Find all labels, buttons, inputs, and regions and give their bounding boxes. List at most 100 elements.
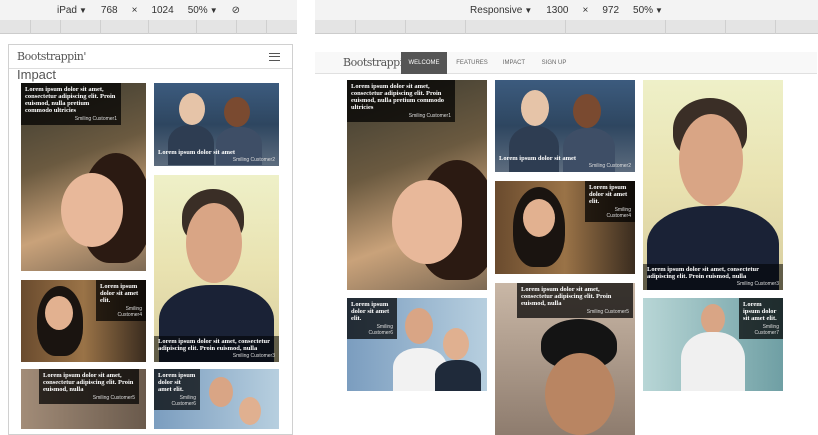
customer-photo (573, 94, 601, 128)
customer-photo (523, 199, 555, 237)
caption-box: Lorem ipsum dolor sit amet, consectetur … (347, 80, 455, 122)
devtools-window: iPad ▼ 768 × 1024 50% ▼ ⊘ Responsive ▼ 1300… (0, 0, 818, 435)
caption-customer: Smiling Customer5 (92, 395, 135, 401)
caption-box: Lorem ipsum dolor sit amet Smiling Custo… (495, 153, 635, 172)
brand-logo[interactable]: Bootstrappin' (17, 50, 86, 63)
dropdown-caret-icon: ▼ (78, 5, 87, 15)
caption-customer: Smiling Customer3 (736, 281, 779, 287)
customer-photo (405, 308, 433, 344)
customer-tile-4: Lorem ipsum dolor sit amet elit. Smiling… (495, 181, 635, 274)
caption-text: Lorem ipsum dolor sit amet elit. (351, 301, 390, 322)
device-toolbar-left: iPad ▼ 768 × 1024 50% ▼ ⊘ (0, 0, 297, 20)
customer-photo (701, 304, 725, 334)
customer-tile-1: Lorem ipsum dolor sit amet, consectetur … (21, 83, 146, 271)
customer-tile-2: Lorem ipsum dolor sit amet Smiling Custo… (154, 83, 279, 166)
customer-photo (209, 377, 233, 407)
customer-tile-4: Lorem ipsum dolor sit amet elit. Smiling… (21, 280, 146, 362)
media-query-ruler-right (315, 20, 818, 34)
nav-impact[interactable]: IMPACT (497, 52, 531, 74)
customer-photo (545, 353, 615, 435)
customer-tile-6: Lorem ipsum dolor sit amet elit. Smiling… (154, 369, 279, 429)
nav-signup[interactable]: SIGN UP (533, 52, 575, 74)
width-input[interactable]: 1300 (546, 5, 568, 16)
customer-photo (61, 173, 123, 247)
caption-box: Lorem ipsum dolor sit amet elit. Smiling… (347, 298, 397, 339)
customer-tile-5: Lorem ipsum dolor sit amet, consectetur … (21, 369, 146, 429)
caption-text: Lorem ipsum dolor sit amet elit. (743, 301, 777, 322)
device-select[interactable]: iPad ▼ (57, 5, 87, 16)
caption-customer: Smiling Customer7 (754, 324, 779, 336)
customer-photo (443, 328, 469, 360)
caption-box: Lorem ipsum dolor sit amet, consectetur … (154, 336, 279, 362)
caption-box: Lorem ipsum dolor sit amet, consectetur … (643, 264, 783, 290)
customer-photo (681, 332, 745, 391)
caption-text: Lorem ipsum dolor sit amet elit. (158, 372, 196, 393)
hamburger-menu-icon[interactable] (269, 53, 280, 61)
device-toolbar-right: Responsive ▼ 1300 × 972 50% ▼ (315, 0, 818, 20)
caption-customer: Smiling Customer3 (232, 353, 275, 359)
height-input[interactable]: 1024 (151, 5, 173, 16)
responsive-viewport: Bootstrappin' WELCOME FEATURES IMPACT SI… (315, 40, 817, 435)
zoom-select[interactable]: 50% ▼ (188, 5, 218, 16)
caption-customer: Smiling Customer4 (117, 306, 142, 318)
navbar: Bootstrappin' (9, 45, 292, 69)
customer-tile-2: Lorem ipsum dolor sit amet Smiling Custo… (495, 80, 635, 172)
caption-box: Lorem ipsum dolor sit amet elit. Smiling… (585, 181, 635, 222)
caption-customer: Smiling Customer6 (368, 324, 393, 336)
customer-photo (392, 180, 462, 264)
dropdown-caret-icon: ▼ (655, 5, 663, 15)
device-name: Responsive (470, 4, 523, 16)
zoom-select[interactable]: 50% ▼ (633, 5, 663, 16)
nav-features[interactable]: FEATURES (449, 52, 495, 74)
media-query-ruler-left (0, 20, 297, 34)
rotate-icon[interactable]: ⊘ (232, 5, 240, 16)
customer-tile-7: Lorem ipsum dolor sit amet elit. Smiling… (643, 298, 783, 391)
caption-box: Lorem ipsum dolor sit amet, consectetur … (39, 369, 139, 404)
customer-photo (179, 93, 205, 125)
device-name: iPad (56, 4, 77, 16)
caption-text: Lorem ipsum dolor sit amet, consectetur … (351, 83, 445, 111)
caption-text: Lorem ipsum dolor sit amet, consectetur … (158, 338, 270, 352)
caption-text: Lorem ipsum dolor sit amet elit. (589, 184, 628, 205)
customer-tile-1: Lorem ipsum dolor sit amet, consectetur … (347, 80, 487, 290)
zoom-value: 50% (187, 4, 208, 16)
customer-photo (186, 203, 242, 283)
caption-box: Lorem ipsum dolor sit amet, consectetur … (21, 83, 121, 125)
caption-box: Lorem ipsum dolor sit amet elit. Smiling… (96, 280, 146, 321)
customer-tile-3: Lorem ipsum dolor sit amet, consectetur … (154, 175, 279, 362)
times-sign: × (582, 4, 589, 16)
caption-box: Lorem ipsum dolor sit amet Smiling Custo… (154, 147, 279, 166)
customer-photo (679, 114, 743, 206)
caption-text: Lorem ipsum dolor sit amet, consectetur … (647, 266, 759, 280)
device-select[interactable]: Responsive ▼ (470, 5, 532, 16)
customer-tile-5: Lorem ipsum dolor sit amet, consectetur … (495, 283, 635, 435)
caption-customer: Smiling Customer1 (408, 113, 451, 119)
customer-photo (45, 296, 73, 330)
caption-box: Lorem ipsum dolor sit amet, consectetur … (517, 283, 633, 318)
times-sign: × (131, 4, 138, 16)
caption-text: Lorem ipsum dolor sit amet (158, 149, 236, 156)
width-input[interactable]: 768 (101, 5, 118, 16)
nav-welcome[interactable]: WELCOME (401, 52, 447, 74)
caption-text: Lorem ipsum dolor sit amet, consectetur … (25, 86, 116, 114)
navbar: Bootstrappin' WELCOME FEATURES IMPACT SI… (315, 52, 817, 74)
customer-tile-3: Lorem ipsum dolor sit amet, consectetur … (643, 80, 783, 290)
section-heading: Impact (17, 67, 57, 82)
dropdown-caret-icon: ▼ (209, 5, 218, 15)
height-input[interactable]: 972 (602, 5, 619, 16)
caption-customer: Smiling Customer5 (586, 309, 629, 315)
caption-customer: Smiling Customer6 (171, 395, 196, 407)
caption-text: Lorem ipsum dolor sit amet elit. (100, 283, 139, 304)
customer-photo (224, 97, 250, 127)
customer-photo (239, 397, 261, 425)
caption-customer: Smiling Customer2 (588, 163, 631, 169)
zoom-value: 50% (633, 4, 654, 16)
caption-customer: Smiling Customer2 (232, 157, 275, 163)
caption-customer: Smiling Customer4 (606, 207, 631, 219)
customer-photo (435, 360, 481, 391)
caption-box: Lorem ipsum dolor sit amet elit. Smiling… (739, 298, 783, 339)
caption-text: Lorem ipsum dolor sit amet, consectetur … (43, 372, 134, 393)
caption-text: Lorem ipsum dolor sit amet, consectetur … (521, 286, 612, 307)
customer-photo (521, 90, 549, 126)
dropdown-caret-icon: ▼ (524, 5, 533, 15)
